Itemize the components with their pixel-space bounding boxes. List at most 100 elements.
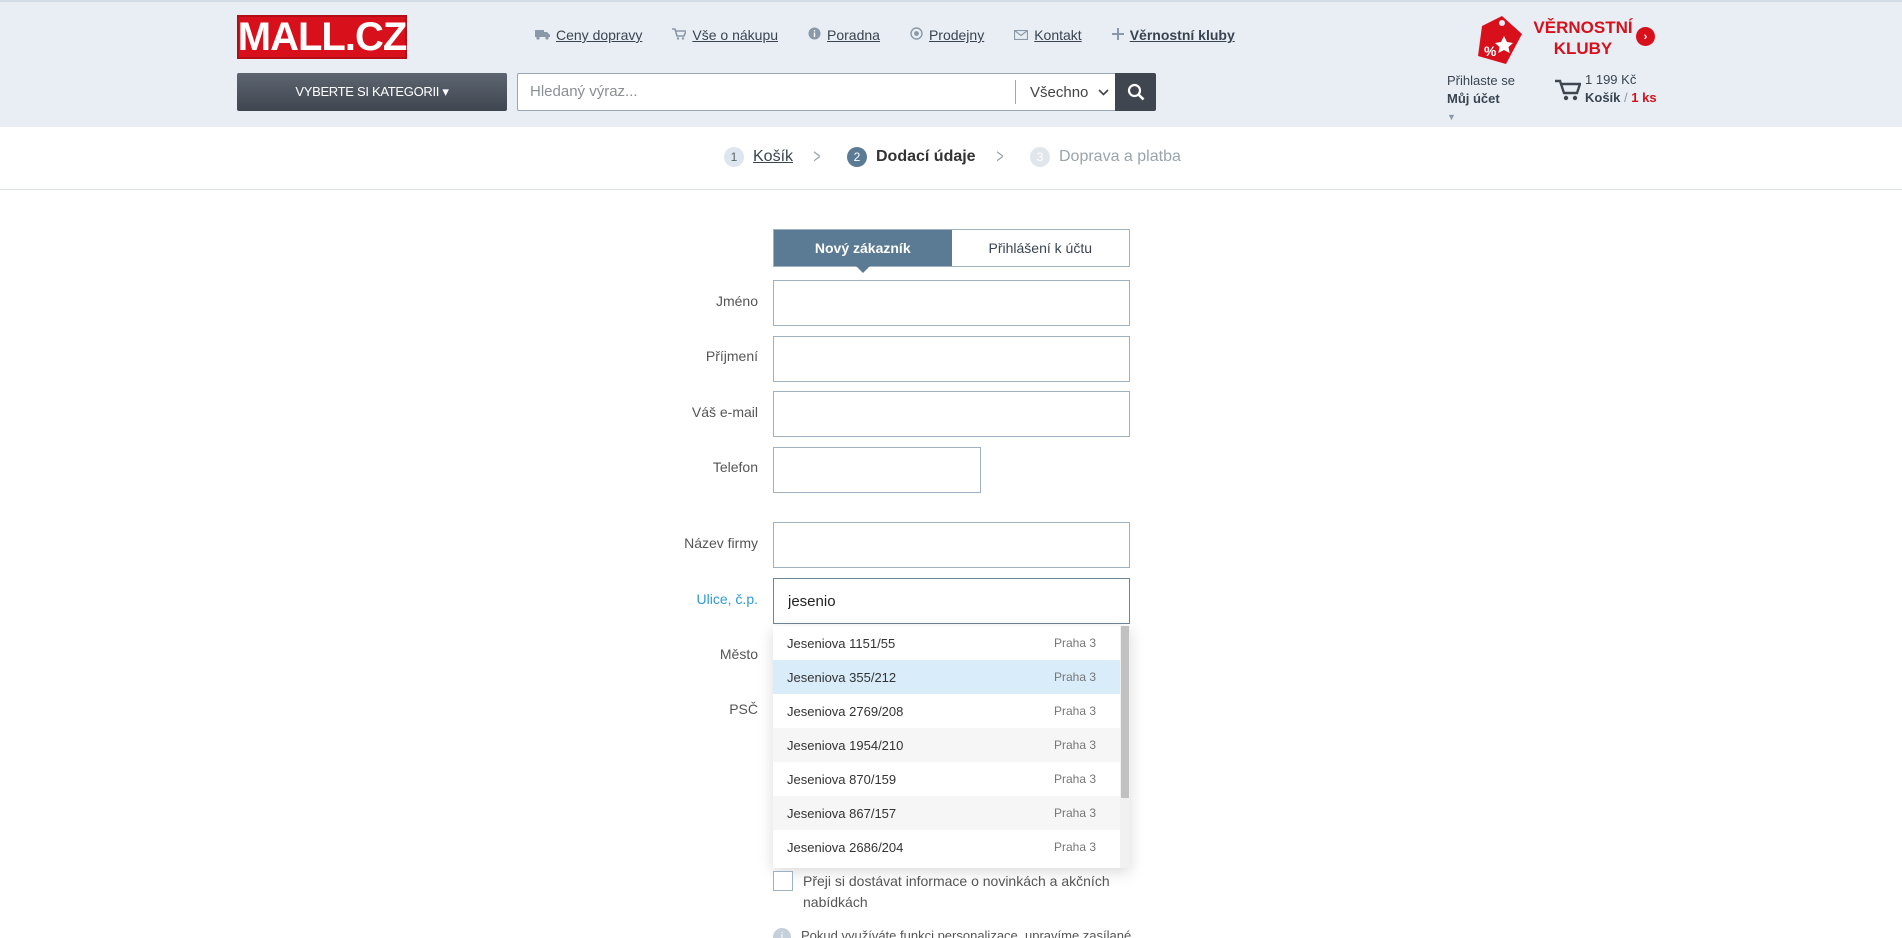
step-number: 2 xyxy=(847,147,867,167)
search-icon xyxy=(1127,83,1144,101)
street-label: Ulice, č.p. xyxy=(696,591,758,607)
last-name-label: Příjmení xyxy=(705,348,758,364)
location-icon xyxy=(910,27,923,43)
suggestion-street: Jeseniova 1954/210 xyxy=(787,737,904,753)
step-shipping-payment: 3 Doprava a platba xyxy=(1030,147,1181,167)
info-icon: i xyxy=(773,928,791,938)
account-menu[interactable]: Přihlaste se Můj účet ▼ xyxy=(1447,72,1515,126)
newsletter-checkbox[interactable] xyxy=(773,871,793,891)
suggestion-street: Jeseniova 2686/204 xyxy=(787,839,904,855)
nav-contact[interactable]: Kontakt xyxy=(1014,27,1082,43)
step-label: Košík xyxy=(753,148,794,165)
step-label: Doprava a platba xyxy=(1059,148,1181,165)
suggestion-city: Praha 3 xyxy=(1053,772,1096,786)
tab-new-customer[interactable]: Nový zákazník xyxy=(774,230,952,273)
nav-shipping-prices[interactable]: Ceny dopravy xyxy=(535,27,642,43)
step-delivery-details: 2 Dodací údaje xyxy=(847,147,976,167)
divider xyxy=(1015,80,1016,104)
suggestion-item[interactable]: Jeseniova 870/159 Praha 3 xyxy=(773,762,1130,796)
info-icon xyxy=(808,27,821,43)
email-input[interactable] xyxy=(774,392,1129,436)
cart-icon xyxy=(1555,79,1581,101)
email-field xyxy=(773,391,1130,437)
chevron-down-icon xyxy=(1098,85,1109,99)
nav-label: Věrnostní kluby xyxy=(1129,27,1235,43)
search-button[interactable] xyxy=(1115,73,1156,111)
suggestion-item[interactable]: Jeseniova 1151/55 Praha 3 xyxy=(773,626,1130,660)
first-name-input[interactable] xyxy=(774,281,1129,325)
cart-summary: Košík / 1 ks xyxy=(1585,90,1657,105)
nav-label: Poradna xyxy=(827,27,880,43)
cart-small-icon xyxy=(672,27,688,43)
mail-icon xyxy=(1014,28,1029,43)
suggestion-city: Praha 3 xyxy=(1053,636,1096,650)
customer-type-tabs: Nový zákazník Přihlášení k účtu xyxy=(773,229,1130,273)
last-name-input[interactable] xyxy=(774,337,1129,381)
nav-label: Ceny dopravy xyxy=(556,27,643,43)
suggestion-city: Praha 3 xyxy=(1053,806,1096,820)
nav-stores[interactable]: Prodejny xyxy=(910,27,984,43)
search-scope-select[interactable]: Všechno xyxy=(1015,73,1115,111)
suggestion-item-highlighted[interactable]: Jeseniova 355/212 Praha 3 xyxy=(773,660,1130,694)
city-label: Město xyxy=(719,646,758,662)
cart-label: Košík xyxy=(1585,90,1621,105)
search-input[interactable] xyxy=(530,83,1000,100)
newsletter-option: Přeji si dostávat informace o novinkách … xyxy=(773,871,1173,913)
nav-loyalty-clubs[interactable]: Věrnostní kluby xyxy=(1111,27,1235,43)
phone-label: Telefon xyxy=(712,459,758,475)
suggestion-item[interactable]: Jeseniova 867/157 Praha 3 xyxy=(773,796,1130,830)
first-name-label: Jméno xyxy=(715,293,758,309)
newsletter-label: Přeji si dostávat informace o novinkách … xyxy=(803,873,1110,910)
suggestion-city: Praha 3 xyxy=(1053,670,1096,684)
nav-about-shopping[interactable]: Vše o nákupu xyxy=(672,27,778,43)
cart-widget[interactable]: 1 199 Kč Košík / 1 ks xyxy=(1555,72,1665,112)
suggestion-city: Praha 3 xyxy=(1053,738,1096,752)
suggestion-street: Jeseniova 2769/208 xyxy=(787,703,904,719)
search-box xyxy=(517,73,1017,111)
chevron-right-icon: > xyxy=(813,146,821,168)
loyalty-line-1: VĚRNOSTNÍ xyxy=(1533,18,1633,37)
address-suggestions-dropdown: Jeseniova 1151/55 Praha 3 Jeseniova 355/2… xyxy=(773,626,1130,868)
first-name-field xyxy=(773,280,1130,326)
my-account-label: Můj účet xyxy=(1447,91,1500,106)
suggestion-item[interactable]: Jeseniova 2769/208 Praha 3 xyxy=(773,694,1130,728)
checkout-steps: 1 Košík > 2 Dodací údaje > 3 Doprava a p… xyxy=(0,127,1902,190)
chevron-right-icon[interactable]: › xyxy=(1636,27,1655,46)
personalization-text: Pokud využíváte funkci personalizace, up… xyxy=(801,928,1132,938)
cart-total: 1 199 Kč xyxy=(1585,72,1637,87)
suggestion-city: Praha 3 xyxy=(1053,704,1096,718)
category-menu-button[interactable]: VYBERTE SI KATEGORII ▾ xyxy=(237,73,507,111)
caret-down-icon: ▼ xyxy=(1447,112,1456,122)
svg-text:%: % xyxy=(1484,43,1497,59)
suggestion-city: Praha 3 xyxy=(1053,840,1096,854)
loyalty-clubs-banner[interactable]: % VĚRNOSTNÍ KLUBY › xyxy=(1472,12,1672,68)
site-header: MALL.CZ Ceny dopravy Vše o nákupu Poradn… xyxy=(0,0,1902,127)
dropdown-scrollbar[interactable] xyxy=(1120,626,1130,868)
login-prompt: Přihlaste se xyxy=(1447,73,1515,88)
scrollbar-thumb[interactable] xyxy=(1121,626,1129,798)
tab-login[interactable]: Přihlášení k účtu xyxy=(951,230,1129,266)
last-name-field xyxy=(773,336,1130,382)
phone-input[interactable] xyxy=(774,448,980,492)
email-label: Váš e-mail xyxy=(691,404,758,420)
step-number: 1 xyxy=(724,147,744,167)
company-label: Název firmy xyxy=(684,535,758,551)
street-input[interactable] xyxy=(774,579,1129,623)
truck-icon xyxy=(535,28,550,43)
phone-field xyxy=(773,447,981,493)
suggestion-street: Jeseniova 867/157 xyxy=(787,805,897,821)
company-input[interactable] xyxy=(774,523,1129,567)
suggestion-item[interactable]: Jeseniova 2686/204 Praha 3 xyxy=(773,830,1130,864)
nav-label: Kontakt xyxy=(1034,27,1082,43)
search-scope-value: Všechno xyxy=(1030,83,1089,101)
suggestion-item[interactable]: Jeseniova 1954/210 Praha 3 xyxy=(773,728,1130,762)
loyalty-line-2: KLUBY xyxy=(1553,39,1613,58)
personalization-info: i Pokud využíváte funkci personalizace, … xyxy=(773,928,1131,938)
mall-logo[interactable]: MALL.CZ xyxy=(237,15,407,59)
suggestion-street: Jeseniova 1151/55 xyxy=(787,635,896,651)
nav-label: Vše o nákupu xyxy=(692,27,779,43)
cart-count: 1 ks xyxy=(1631,90,1657,105)
nav-advice[interactable]: Poradna xyxy=(808,27,880,43)
step-cart[interactable]: 1 Košík xyxy=(724,147,793,167)
loyalty-title: VĚRNOSTNÍ KLUBY xyxy=(1528,17,1638,59)
